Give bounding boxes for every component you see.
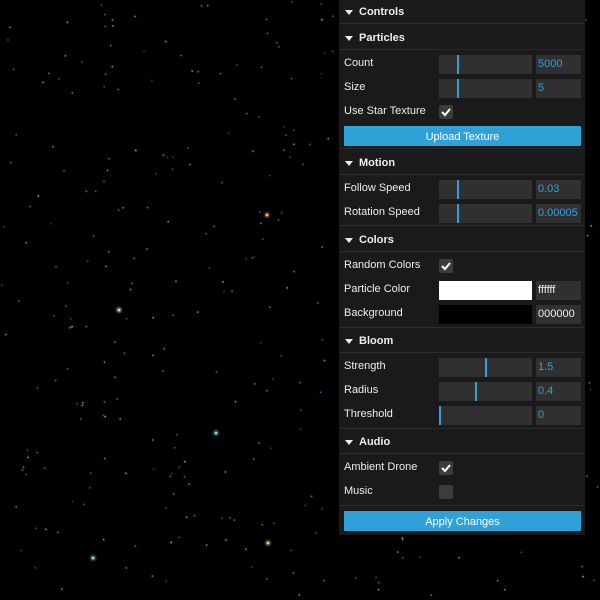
background-label: Background <box>344 307 403 319</box>
ambient-drone-label: Ambient Drone <box>344 461 418 473</box>
radius-input[interactable]: 0.4 <box>536 382 581 401</box>
rotation-speed-slider[interactable] <box>439 204 532 223</box>
caret-down-icon <box>345 34 353 42</box>
controls-header[interactable]: Controls <box>339 0 585 24</box>
radius-slider[interactable] <box>439 382 532 401</box>
music-control: Music <box>339 479 585 506</box>
upload-texture-row: Upload Texture <box>339 124 585 149</box>
random-colors-label: Random Colors <box>344 259 421 271</box>
slider-handle[interactable] <box>439 406 441 425</box>
slider-handle[interactable] <box>485 358 487 377</box>
slider-handle[interactable] <box>457 180 459 199</box>
controls-title: Controls <box>359 5 405 18</box>
strength-slider[interactable] <box>439 358 532 377</box>
particle-color-label: Particle Color <box>344 283 411 295</box>
caret-down-icon <box>345 337 353 345</box>
follow-speed-control: Follow Speed 0.03 <box>339 176 585 200</box>
radius-label: Radius <box>344 384 379 396</box>
rotation-speed-label: Rotation Speed <box>344 206 420 218</box>
music-label: Music <box>344 485 373 497</box>
size-input[interactable]: 5 <box>536 79 581 98</box>
background-input[interactable]: 000000 <box>536 305 581 324</box>
random-colors-checkbox[interactable] <box>439 259 453 273</box>
checkmark-icon <box>441 464 451 473</box>
particles-title: Particles <box>359 31 405 44</box>
count-input[interactable]: 5000 <box>536 55 581 74</box>
strength-input[interactable]: 1.5 <box>536 358 581 377</box>
radius-control: Radius 0.4 <box>339 378 585 402</box>
apply-row: Apply Changes <box>339 509 585 533</box>
audio-folder-header[interactable]: Audio <box>339 430 585 454</box>
use-star-texture-control: Use Star Texture <box>339 99 585 123</box>
count-control: Count 5000 <box>339 51 585 75</box>
scene-viewport[interactable]: Controls Particles Count 5000 Size 5 Use… <box>0 0 600 600</box>
rotation-speed-input[interactable]: 0.00005 <box>536 204 581 223</box>
apply-changes-button[interactable]: Apply Changes <box>344 511 581 531</box>
threshold-slider[interactable] <box>439 406 532 425</box>
random-colors-control: Random Colors <box>339 253 585 277</box>
size-slider[interactable] <box>439 79 532 98</box>
strength-control: Strength 1.5 <box>339 354 585 378</box>
controls-panel: Controls Particles Count 5000 Size 5 Use… <box>339 0 585 535</box>
caret-down-icon <box>345 159 353 167</box>
background-control: Background 000000 <box>339 301 585 328</box>
caret-down-icon <box>345 236 353 244</box>
slider-handle[interactable] <box>457 204 459 223</box>
bloom-folder-header[interactable]: Bloom <box>339 329 585 353</box>
music-checkbox[interactable] <box>439 485 453 499</box>
caret-down-icon <box>345 8 353 16</box>
count-label: Count <box>344 57 374 69</box>
upload-texture-button[interactable]: Upload Texture <box>344 126 581 146</box>
colors-folder-header[interactable]: Colors <box>339 228 585 252</box>
follow-speed-slider[interactable] <box>439 180 532 199</box>
checkmark-icon <box>441 262 451 271</box>
ambient-drone-control: Ambient Drone <box>339 455 585 479</box>
threshold-input[interactable]: 0 <box>536 406 581 425</box>
background-swatch[interactable] <box>439 305 532 324</box>
follow-speed-input[interactable]: 0.03 <box>536 180 581 199</box>
use-star-texture-label: Use Star Texture <box>344 105 426 117</box>
rotation-speed-control: Rotation Speed 0.00005 <box>339 200 585 226</box>
threshold-label: Threshold <box>344 408 393 420</box>
slider-handle[interactable] <box>457 79 459 98</box>
colors-title: Colors <box>359 233 394 246</box>
ambient-drone-checkbox[interactable] <box>439 461 453 475</box>
threshold-control: Threshold 0 <box>339 402 585 429</box>
slider-handle[interactable] <box>475 382 477 401</box>
count-slider[interactable] <box>439 55 532 74</box>
size-control: Size 5 <box>339 75 585 99</box>
particles-folder-header[interactable]: Particles <box>339 26 585 50</box>
use-star-texture-checkbox[interactable] <box>439 105 453 119</box>
bloom-title: Bloom <box>359 334 394 347</box>
particle-color-swatch[interactable] <box>439 281 532 300</box>
strength-label: Strength <box>344 360 386 372</box>
slider-handle[interactable] <box>457 55 459 74</box>
caret-down-icon <box>345 438 353 446</box>
checkmark-icon <box>441 108 451 117</box>
motion-folder-header[interactable]: Motion <box>339 151 585 175</box>
motion-title: Motion <box>359 156 396 169</box>
follow-speed-label: Follow Speed <box>344 182 411 194</box>
audio-title: Audio <box>359 435 391 448</box>
size-label: Size <box>344 81 366 93</box>
particle-color-control: Particle Color ffffff <box>339 277 585 301</box>
particle-color-input[interactable]: ffffff <box>536 281 581 300</box>
